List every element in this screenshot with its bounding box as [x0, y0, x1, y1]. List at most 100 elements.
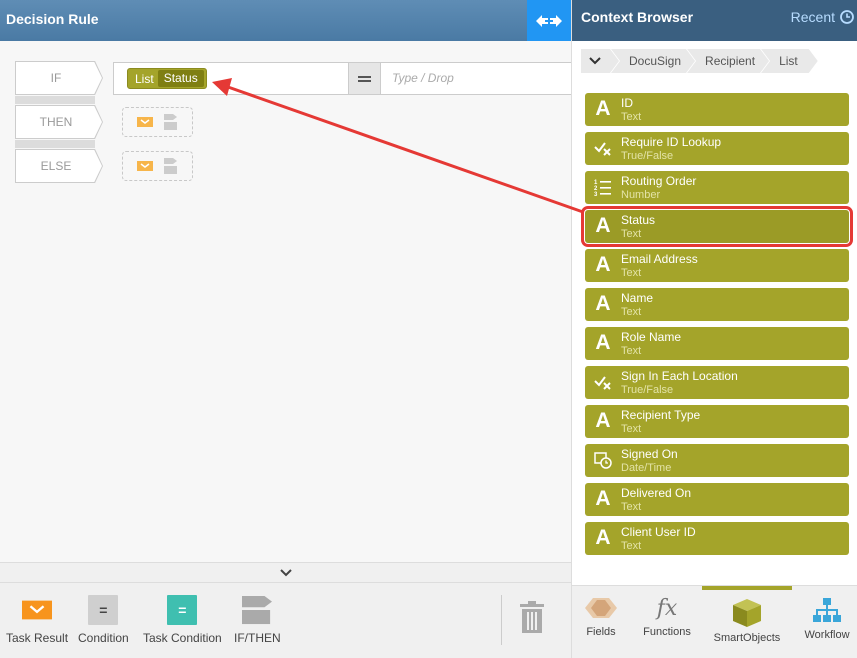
then-drop-target[interactable]: [122, 107, 193, 137]
else-label: ELSE: [16, 150, 102, 182]
tab-workflow[interactable]: Workflow: [792, 598, 857, 641]
condition-box[interactable]: List Status Type / Drop: [113, 62, 571, 95]
tool-condition[interactable]: = Condition: [78, 595, 129, 645]
tab-smartobjects[interactable]: SmartObjects: [712, 598, 782, 644]
toggle-context-browser-button[interactable]: [527, 0, 571, 41]
breadcrumb-dropdown[interactable]: [581, 49, 619, 73]
field-type: Number: [621, 189, 661, 201]
smartobject-cube-icon: [733, 599, 761, 627]
tool-label: Condition: [78, 631, 129, 645]
field-name: Sign In Each Location: [621, 369, 738, 383]
svg-text:3: 3: [594, 192, 598, 196]
text-icon: A: [595, 292, 611, 315]
tab-functions[interactable]: fx Functions: [632, 596, 702, 639]
text-icon: A: [595, 331, 611, 354]
field-name: Name: [621, 291, 654, 305]
field-item[interactable]: Sign In Each Location True/False: [585, 366, 849, 399]
breadcrumb-item[interactable]: Recipient: [687, 49, 769, 73]
field-type: Text: [621, 267, 642, 279]
active-tab-indicator: [702, 586, 792, 590]
breadcrumb-item[interactable]: DocuSign: [611, 49, 695, 73]
field-item[interactable]: A Email Address Text: [585, 249, 849, 282]
tool-label: Task Condition: [143, 631, 222, 645]
field-name: ID: [621, 96, 633, 110]
field-type: Text: [621, 228, 642, 240]
field-name: Role Name: [621, 330, 682, 344]
toolbox: Task Result = Condition = Task Condition…: [0, 582, 571, 658]
if-label: IF: [16, 62, 102, 94]
field-item[interactable]: Require ID Lookup True/False: [585, 132, 849, 165]
breadcrumb-item[interactable]: List: [761, 49, 818, 73]
field-name: Recipient Type: [621, 408, 701, 422]
text-icon: A: [595, 409, 611, 432]
field-item[interactable]: A Role Name Text: [585, 327, 849, 360]
collapse-toolbox-button[interactable]: [0, 562, 571, 582]
chip-prefix: List: [135, 71, 154, 86]
expand-arrows-icon: [536, 14, 562, 27]
field-type: True/False: [621, 384, 674, 396]
rhs-drop-input[interactable]: Type / Drop: [392, 71, 454, 85]
decision-rule-panel: Decision Rule IF List Status Type / Drop…: [0, 0, 571, 658]
tool-task-result[interactable]: Task Result: [6, 595, 68, 645]
tab-label: Fields: [586, 626, 616, 638]
boolean-icon: [593, 371, 613, 393]
if-then-icon: [164, 158, 178, 174]
text-icon: A: [595, 526, 611, 549]
field-type: True/False: [621, 150, 674, 162]
tool-label: IF/THEN: [234, 631, 281, 645]
field-type: Text: [621, 345, 642, 357]
fields-icon: [585, 598, 617, 618]
equals-operator-button[interactable]: [348, 63, 381, 94]
text-icon: A: [595, 97, 611, 120]
number-icon: 123: [593, 176, 613, 198]
trash-icon[interactable]: [520, 601, 544, 636]
tool-task-condition[interactable]: = Task Condition: [143, 595, 222, 645]
task-result-icon: [136, 117, 153, 127]
field-item[interactable]: A Recipient Type Text: [585, 405, 849, 438]
field-name: Signed On: [621, 447, 678, 461]
recent-label: Recent: [790, 9, 835, 25]
breadcrumb: DocuSign Recipient List: [581, 49, 810, 73]
field-type: Text: [621, 501, 642, 513]
field-type: Text: [621, 540, 642, 552]
field-type: Text: [621, 423, 642, 435]
else-drop-target[interactable]: [122, 151, 193, 181]
field-type: Text: [621, 306, 642, 318]
if-then-icon: [242, 595, 273, 625]
row-separator: [15, 96, 95, 104]
tool-if-then[interactable]: IF/THEN: [234, 595, 281, 645]
tab-label: Functions: [643, 626, 691, 638]
field-item[interactable]: A Status Text: [581, 206, 853, 247]
panel-title: Context Browser: [581, 9, 694, 25]
context-browser-header: Context Browser Recent: [572, 0, 857, 41]
field-item[interactable]: A Name Text: [585, 288, 849, 321]
field-list: A ID Text Require ID Lookup True/False 1 2 3 Rou…: [581, 93, 853, 561]
fx-icon: fx: [656, 596, 678, 621]
if-then-icon: [164, 114, 178, 130]
recent-link[interactable]: Recent: [791, 9, 854, 25]
then-label: THEN: [16, 106, 102, 138]
field-item[interactable]: 1 2 3 Routing Order Number: [585, 171, 849, 204]
field-name: Email Address: [621, 252, 698, 266]
field-type: Date/Time: [621, 462, 672, 474]
field-item[interactable]: A Delivered On Text: [585, 483, 849, 516]
field-name: Require ID Lookup: [621, 135, 722, 149]
field-name: Routing Order: [621, 174, 697, 188]
condition-icon: =: [88, 595, 119, 625]
field-item[interactable]: A Client User ID Text: [585, 522, 849, 555]
list-status-chip[interactable]: List Status: [127, 68, 207, 89]
field-item[interactable]: A ID Text: [585, 93, 849, 126]
clock-icon: [840, 10, 854, 24]
field-name: Delivered On: [621, 486, 692, 500]
field-type: Text: [621, 111, 642, 123]
task-result-icon: [136, 161, 153, 171]
field-item[interactable]: Signed On Date/Time: [585, 444, 849, 477]
decision-rule-header: Decision Rule: [0, 0, 571, 41]
context-browser-panel: Context Browser Recent DocuSign Recipien…: [571, 0, 857, 658]
datetime-icon: [593, 449, 613, 471]
field-name: Status: [621, 213, 656, 227]
chevron-down-icon: [279, 568, 292, 576]
chevron-down-icon: [589, 57, 601, 65]
tab-fields[interactable]: Fields: [566, 598, 636, 638]
row-separator: [15, 140, 95, 148]
